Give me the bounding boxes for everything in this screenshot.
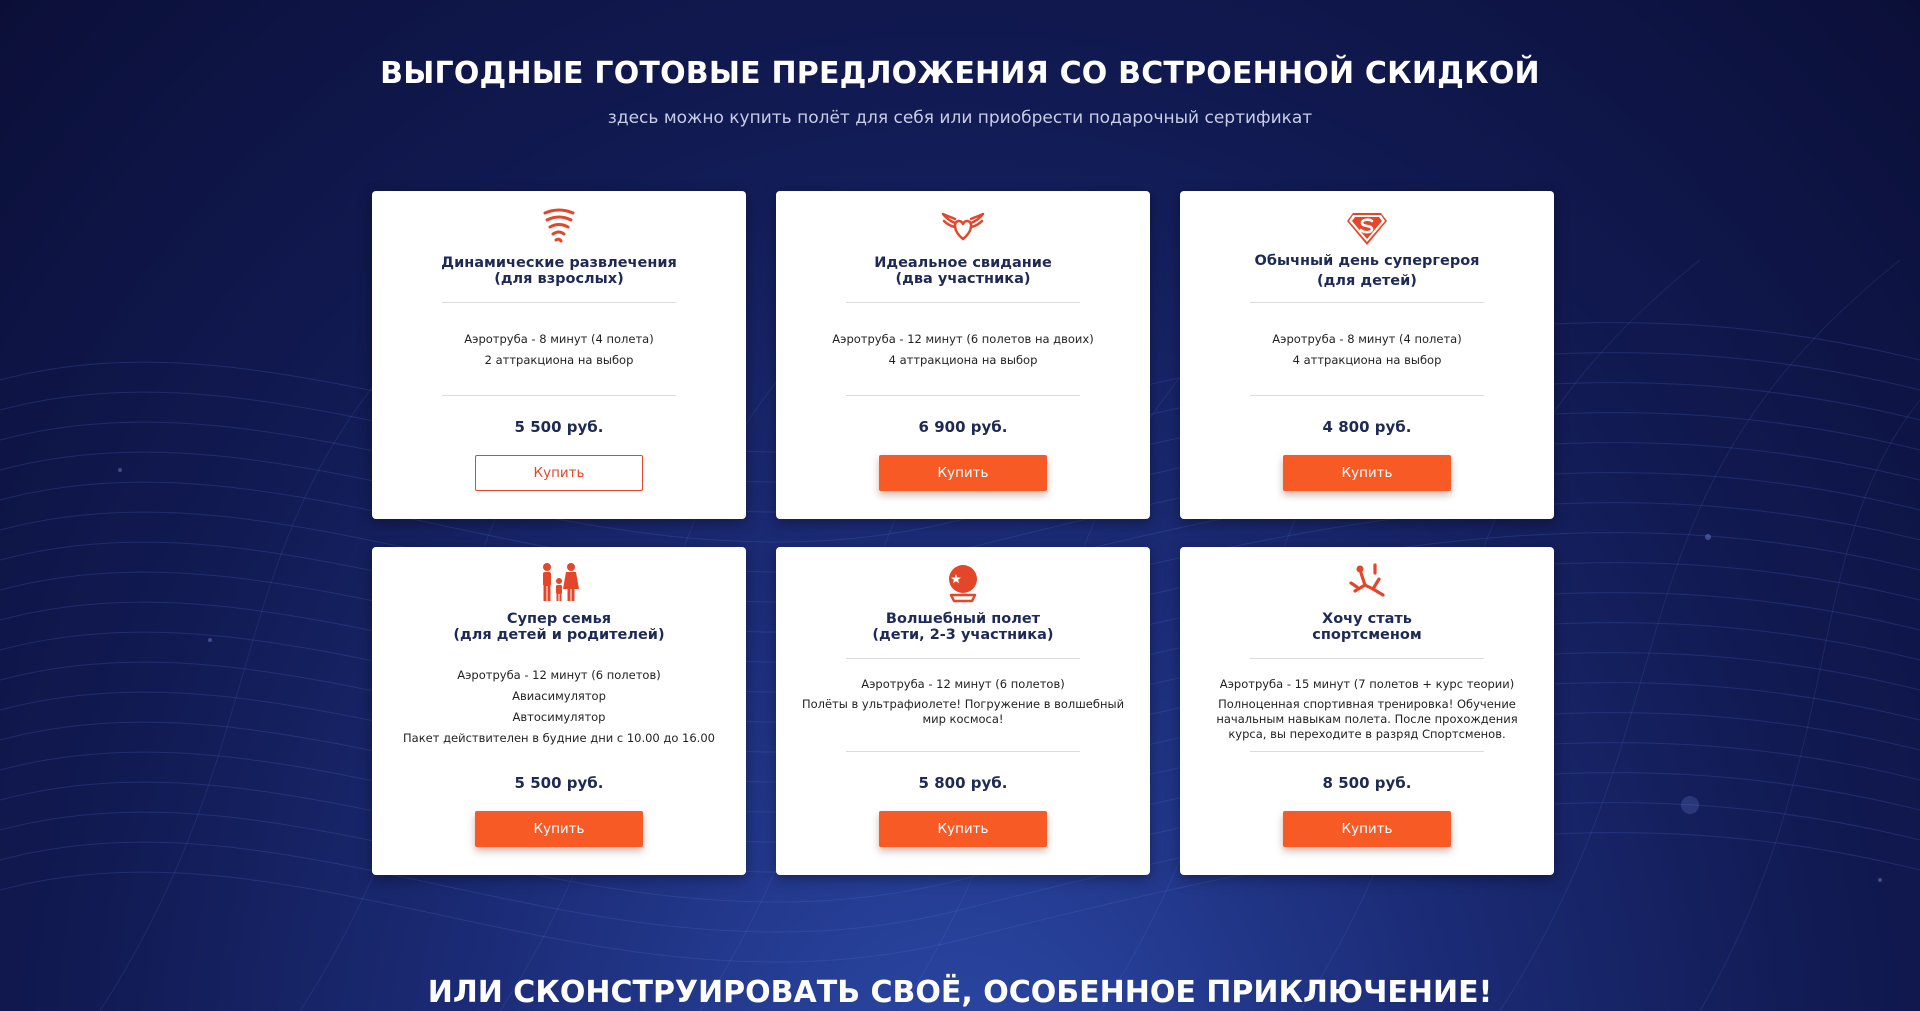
buy-button[interactable]: Купить xyxy=(1283,811,1451,847)
offer-card-ideal-date: Идеальное свидание (два участника) Аэрот… xyxy=(776,191,1150,519)
section-title: ВЫГОДНЫЕ ГОТОВЫЕ ПРЕДЛОЖЕНИЯ СО ВСТРОЕНН… xyxy=(380,56,1540,91)
offer-feature: Полноценная спортивная тренировка! Обуче… xyxy=(1216,697,1518,741)
section-subtitle: здесь можно купить полёт для себя или пр… xyxy=(607,108,1313,128)
offer-feature: Аэротруба - 8 минут (4 полета) xyxy=(464,332,654,346)
offer-features: Аэротруба - 8 минут (4 полета) 2 аттракц… xyxy=(394,329,724,371)
offer-feature: Аэротруба - 12 минут (6 полетов на двоих… xyxy=(832,332,1094,346)
offer-title: Динамические развлечения (для взрослых) xyxy=(441,255,677,287)
offer-features: Аэротруба - 12 минут (6 полетов) Авиасим… xyxy=(394,665,724,749)
offer-price: 5 800 руб. xyxy=(918,774,1008,792)
custom-adventure-title: ИЛИ СКОНСТРУИРОВАТЬ СВОЁ, ОСОБЕННОЕ ПРИК… xyxy=(427,975,1493,1010)
offer-title: Хочу стать спортсменом xyxy=(1312,611,1422,643)
offer-feature: Аэротруба - 15 минут (7 полетов + курс т… xyxy=(1219,677,1515,691)
offer-feature: Аэротруба - 12 минут (6 полетов) xyxy=(861,677,1065,691)
offer-price: 8 500 руб. xyxy=(1322,774,1412,792)
buy-button[interactable]: Купить xyxy=(879,811,1047,847)
divider xyxy=(846,302,1080,303)
offer-feature: 4 аттракциона на выбор xyxy=(1292,353,1442,367)
offer-card-magic-flight: Волшебный полет (дети, 2-3 участника) Аэ… xyxy=(776,547,1150,875)
offer-title: Идеальное свидание (два участника) xyxy=(874,255,1052,287)
offer-title: Супер семья (для детей и родителей) xyxy=(453,611,665,643)
offer-features: Аэротруба - 12 минут (6 полетов на двоих… xyxy=(798,329,1128,371)
divider xyxy=(846,658,1080,659)
divider xyxy=(1250,751,1484,752)
offer-feature: 4 аттракциона на выбор xyxy=(888,353,1038,367)
skydiver-icon xyxy=(1349,563,1385,597)
offer-price: 5 500 руб. xyxy=(514,418,604,436)
offer-features: Аэротруба - 15 минут (7 полетов + курс т… xyxy=(1202,675,1532,742)
buy-button[interactable]: Купить xyxy=(475,455,643,491)
offer-feature: Авиасимулятор xyxy=(512,689,606,703)
offer-card-super-family: Супер семья (для детей и родителей) Аэро… xyxy=(372,547,746,875)
offer-feature: Полёты в ультрафиолете! Погружение в вол… xyxy=(801,697,1125,726)
offer-features: Аэротруба - 12 минут (6 полетов) Полёты … xyxy=(798,675,1128,727)
divider xyxy=(1250,302,1484,303)
offer-feature: Аэротруба - 12 минут (6 полетов) xyxy=(457,668,661,682)
offer-title: Волшебный полет (дети, 2-3 участника) xyxy=(872,611,1054,643)
divider xyxy=(846,395,1080,396)
buy-button[interactable]: Купить xyxy=(1283,455,1451,491)
offer-price: 5 500 руб. xyxy=(514,774,604,792)
offer-feature: Пакет действителен в будние дни с 10.00 … xyxy=(403,731,715,745)
buy-button[interactable]: Купить xyxy=(475,811,643,847)
divider xyxy=(442,302,676,303)
divider xyxy=(846,751,1080,752)
divider xyxy=(1250,395,1484,396)
offer-title: Обычный день супергероя (для детей) xyxy=(1254,253,1480,289)
offer-price: 4 800 руб. xyxy=(1322,418,1412,436)
tornado-icon xyxy=(543,208,575,243)
offer-card-become-athlete: Хочу стать спортсменом Аэротруба - 15 ми… xyxy=(1180,547,1554,875)
divider xyxy=(442,395,676,396)
offers-grid: Динамические развлечения (для взрослых) … xyxy=(372,191,1554,875)
buy-button[interactable]: Купить xyxy=(879,455,1047,491)
family-icon xyxy=(543,563,579,601)
offer-card-superhero-day: Обычный день супергероя (для детей) Аэро… xyxy=(1180,191,1554,519)
offer-feature: Автосимулятор xyxy=(512,710,606,724)
offer-features: Аэротруба - 8 минут (4 полета) 4 аттракц… xyxy=(1202,329,1532,371)
superhero-shield-icon xyxy=(1347,213,1387,245)
crystal-ball-icon xyxy=(949,565,977,603)
offer-feature: Аэротруба - 8 минут (4 полета) xyxy=(1272,332,1462,346)
winged-heart-icon xyxy=(941,212,985,241)
offer-feature: 2 аттракциона на выбор xyxy=(484,353,634,367)
offer-price: 6 900 руб. xyxy=(918,418,1008,436)
divider xyxy=(1250,658,1484,659)
offer-card-dynamic-entertainment: Динамические развлечения (для взрослых) … xyxy=(372,191,746,519)
